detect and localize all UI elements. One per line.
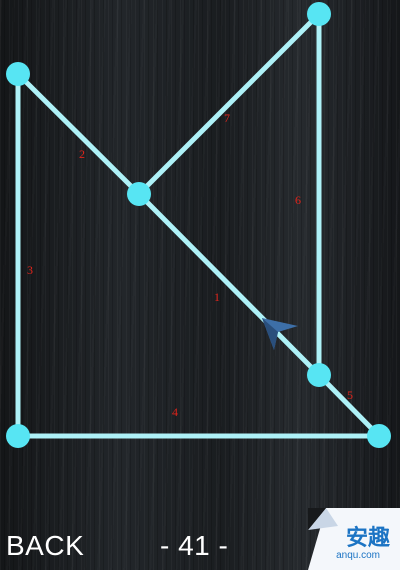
edge-label-6: 6 xyxy=(295,193,301,207)
edge-label-3: 3 xyxy=(27,263,33,277)
edge-7[interactable] xyxy=(136,11,322,197)
edge-label-7: 7 xyxy=(224,111,230,125)
watermark-logo: 安趣 anqu.com xyxy=(308,508,400,570)
edge-label-2: 2 xyxy=(79,147,85,161)
watermark-text: 安趣 xyxy=(345,526,390,551)
edge-label-1: 1 xyxy=(214,290,220,304)
node-bottom-left[interactable] xyxy=(6,424,30,448)
edge-label-5: 5 xyxy=(347,388,353,402)
puzzle-canvas[interactable]: 1 2 3 4 5 6 7 xyxy=(0,0,400,570)
game-board: 1 2 3 4 5 6 7 xyxy=(0,0,400,570)
node-top-left[interactable] xyxy=(6,62,30,86)
node-top-right[interactable] xyxy=(307,2,331,26)
back-button[interactable]: BACK xyxy=(6,530,84,562)
edge-5[interactable] xyxy=(316,372,382,439)
node-right-mid[interactable] xyxy=(307,363,331,387)
level-number: - 41 - xyxy=(160,530,229,561)
edge-1[interactable] xyxy=(136,191,322,378)
edge-label-4: 4 xyxy=(172,405,178,419)
edge-2[interactable] xyxy=(15,71,142,197)
node-bottom-right[interactable] xyxy=(367,424,391,448)
node-center[interactable] xyxy=(127,182,151,206)
watermark-url: anqu.com xyxy=(336,550,380,561)
